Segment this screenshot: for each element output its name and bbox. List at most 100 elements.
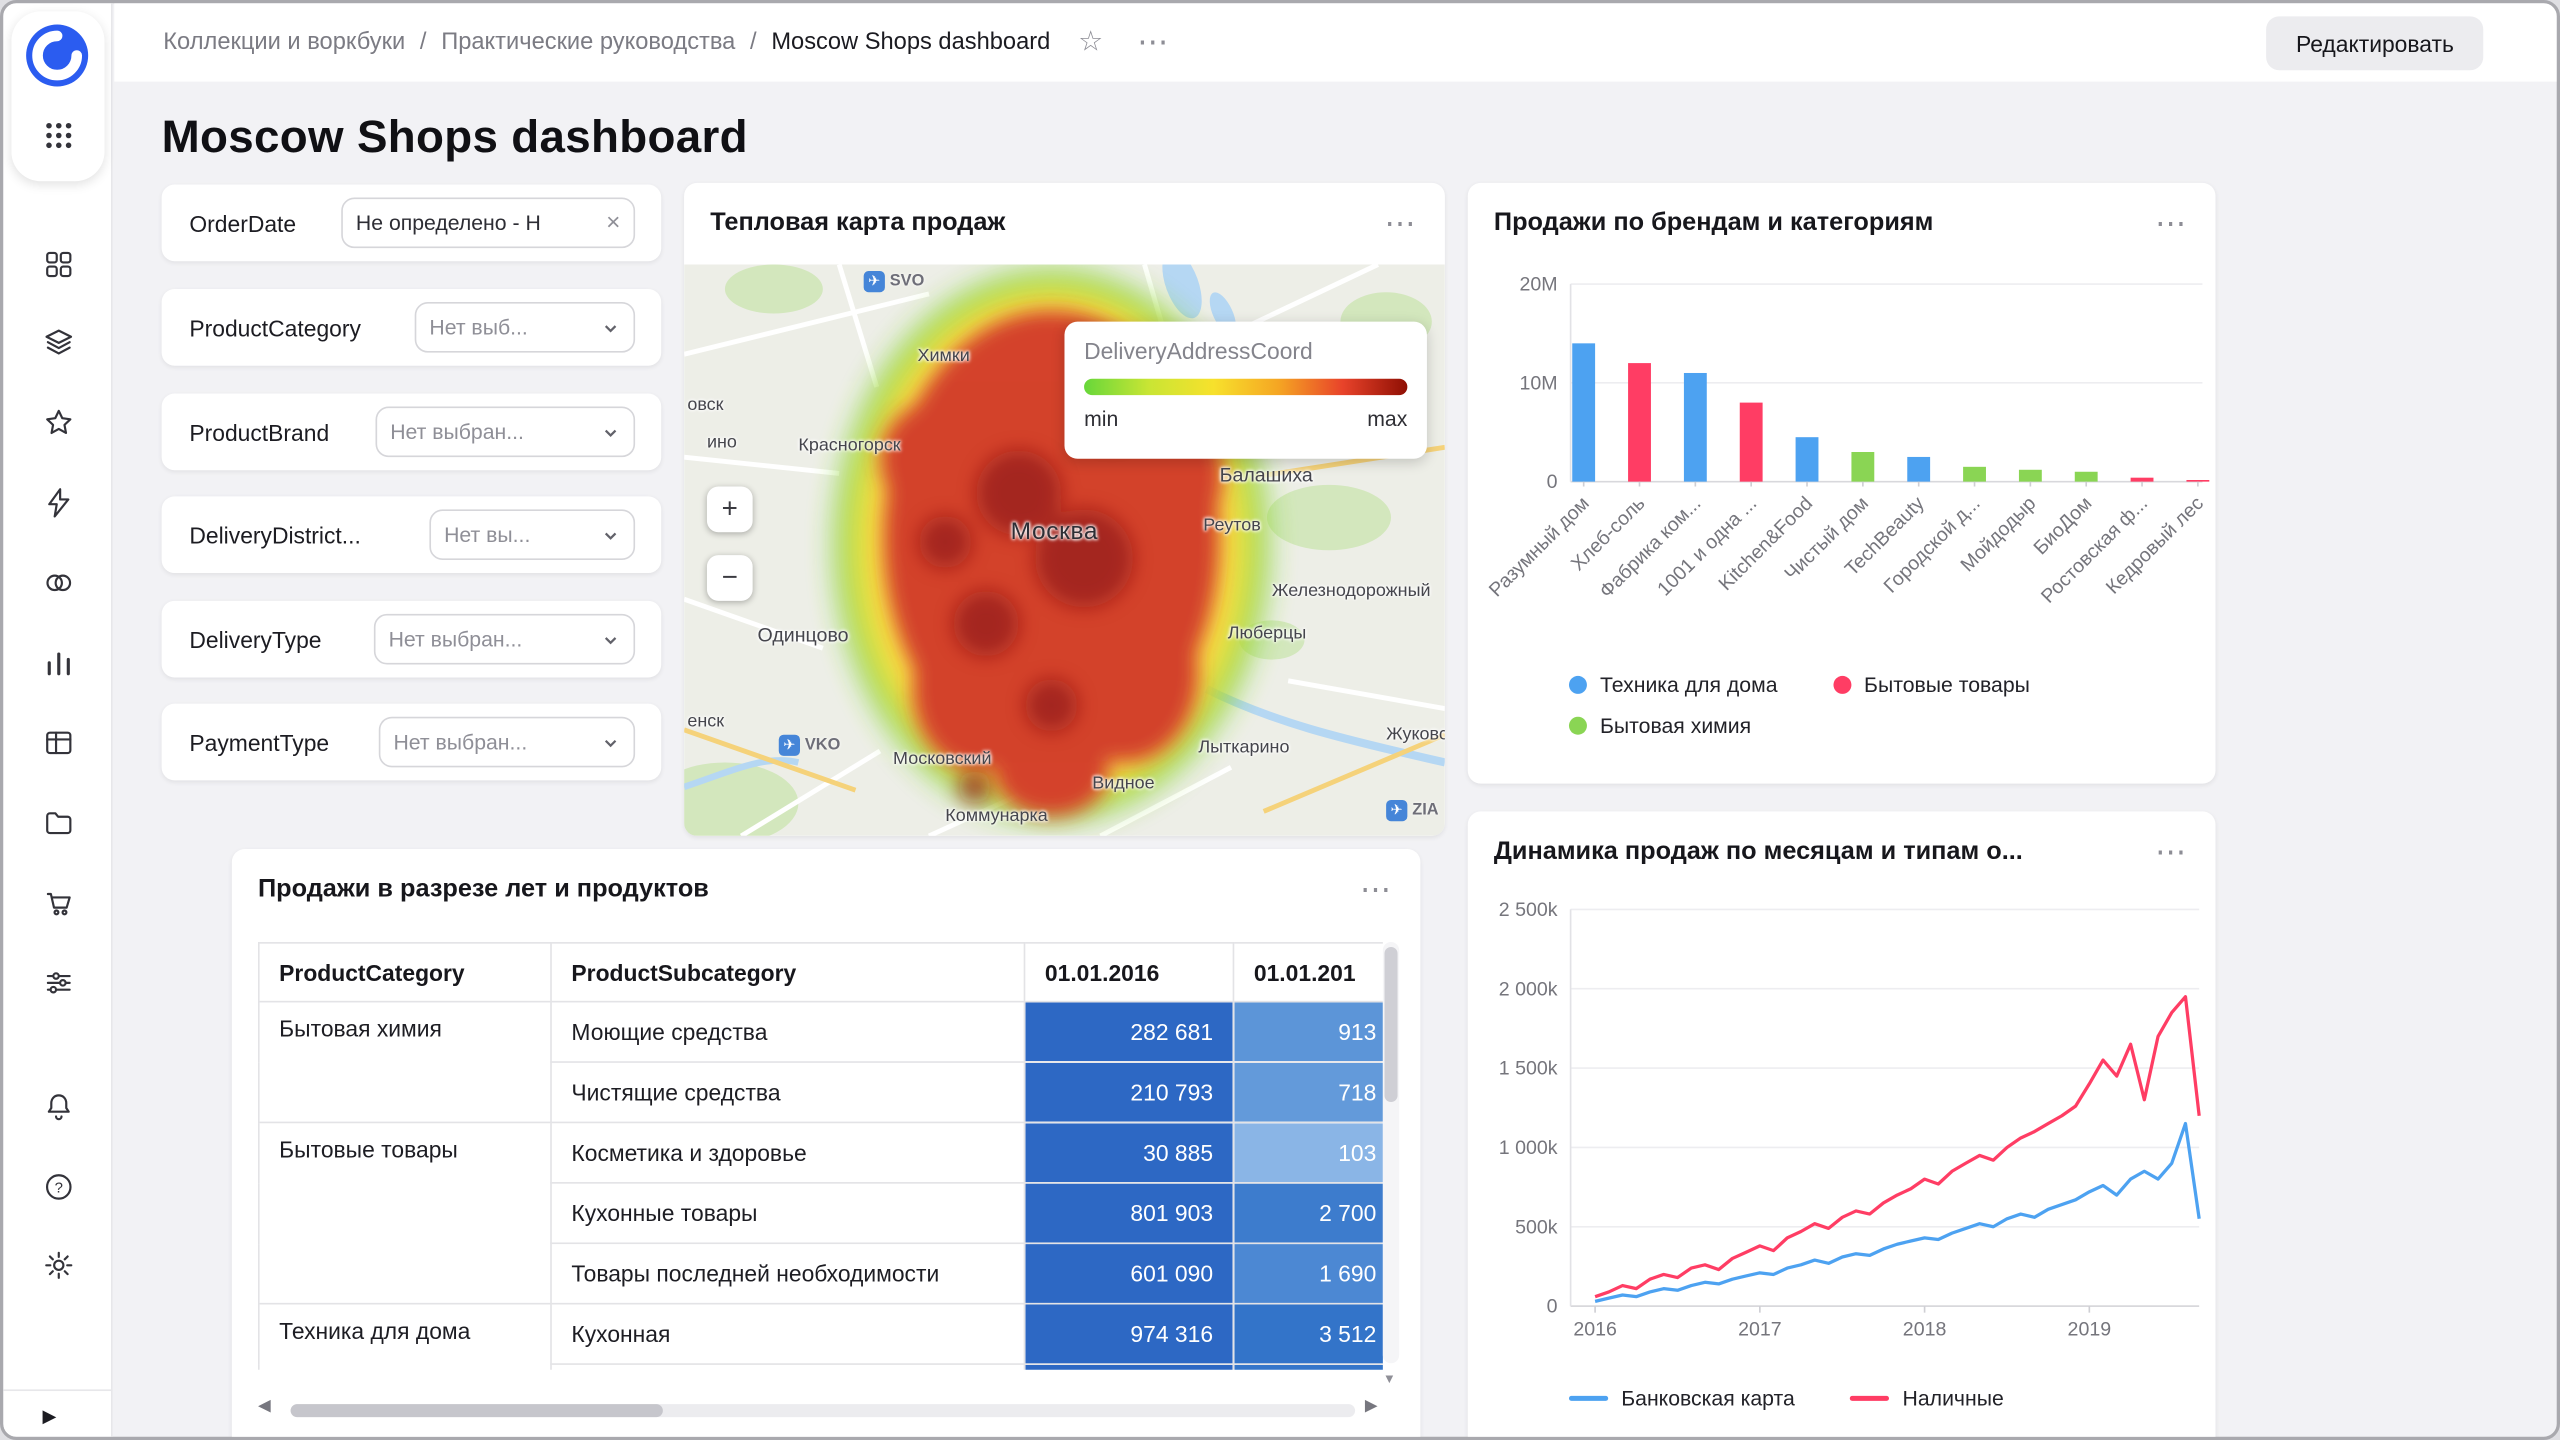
bar[interactable] <box>1907 457 1930 482</box>
clear-icon[interactable]: × <box>606 209 620 237</box>
bar[interactable] <box>2075 472 2098 482</box>
bar[interactable] <box>1796 437 1819 481</box>
subcategory-cell[interactable]: Кухонные товары <box>551 1183 1024 1243</box>
datalens-logo-icon[interactable] <box>24 23 89 88</box>
subcategory-cell[interactable]: Техника для красоты и здоровья <box>551 1364 1024 1370</box>
column-header[interactable]: ProductSubcategory <box>551 943 1024 1002</box>
zoom-out-button[interactable]: − <box>707 555 753 601</box>
map-city-label: Лыткарино <box>1198 738 1289 758</box>
deliverydistrict-select[interactable]: Нет вы... <box>429 509 635 560</box>
value-2017-cell[interactable]: 913 <box>1233 1002 1382 1062</box>
subcategory-cell[interactable]: Товары последней необходимости <box>551 1243 1024 1303</box>
apps-grid-icon[interactable] <box>42 119 75 152</box>
nav-workbooks-icon[interactable] <box>42 327 75 360</box>
widget-menu-icon[interactable]: ⋯ <box>1384 208 1418 239</box>
scroll-left-arrow[interactable]: ◀ <box>258 1398 271 1416</box>
airport-marker-ZIA: ✈ZIA <box>1386 800 1438 821</box>
chevron-down-icon <box>601 525 621 545</box>
breadcrumb-collections[interactable]: Коллекции и воркбуки <box>163 29 405 55</box>
bar[interactable] <box>1740 403 1763 482</box>
nav-marketplace-icon[interactable] <box>42 887 75 920</box>
subcategory-cell[interactable]: Косметика и здоровье <box>551 1122 1024 1182</box>
zoom-in-button[interactable]: + <box>707 487 753 533</box>
column-header[interactable]: ProductCategory <box>259 943 551 1002</box>
map-city-label: Москва <box>1011 518 1099 546</box>
value-2016-cell[interactable]: 282 681 <box>1024 1002 1233 1062</box>
column-header[interactable]: 01.01.201 <box>1233 943 1382 1002</box>
nav-relations-icon[interactable] <box>42 567 75 600</box>
scroll-right-arrow[interactable]: ▶ <box>1365 1398 1378 1416</box>
sidebar-expand-button[interactable]: ▶ <box>42 1406 56 1427</box>
table-viewport: ProductCategoryProductSubcategory01.01.2… <box>258 942 1383 1370</box>
widget-menu-icon[interactable]: ⋯ <box>1360 874 1394 905</box>
paymenttype-select[interactable]: Нет выбран... <box>379 717 635 768</box>
value-2017-cell[interactable]: 1 690 <box>1233 1243 1382 1303</box>
bar[interactable] <box>1851 452 1874 482</box>
bar[interactable] <box>1684 373 1707 482</box>
filter-value: Нет выбран... <box>390 420 592 444</box>
nav-charts-icon[interactable] <box>42 647 75 680</box>
scrollbar-thumb[interactable] <box>1384 947 1397 1102</box>
bar[interactable] <box>2186 480 2209 482</box>
value-2017-cell[interactable]: 3 512 <box>1233 1304 1382 1364</box>
legend-item[interactable]: Наличные <box>1850 1386 2003 1410</box>
widget-menu-icon[interactable]: ⋯ <box>2155 837 2189 868</box>
bar[interactable] <box>1628 363 1651 482</box>
nav-storage-icon[interactable] <box>42 807 75 840</box>
value-2016-cell[interactable]: 601 090 <box>1024 1243 1233 1303</box>
widget-title: Продажи в разрезе лет и продуктов <box>258 875 709 904</box>
filter-value: Нет вы... <box>444 522 593 546</box>
value-2016-cell[interactable]: 210 793 <box>1024 1062 1233 1122</box>
more-menu-icon[interactable]: ⋯ <box>1137 24 1171 62</box>
filter-label: OrderDate <box>189 210 296 236</box>
value-2017-cell[interactable]: 103 <box>1233 1122 1382 1182</box>
breadcrumb-guides[interactable]: Практические руководства <box>441 29 735 55</box>
value-2017-cell[interactable]: 718 <box>1233 1062 1382 1122</box>
help-icon[interactable]: ? <box>42 1171 75 1204</box>
subcategory-cell[interactable]: Чистящие средства <box>551 1062 1024 1122</box>
nav-favorites-icon[interactable] <box>42 407 75 440</box>
column-header[interactable]: 01.01.2016 <box>1024 943 1233 1002</box>
category-cell[interactable]: Техника для дома <box>259 1304 551 1370</box>
favorite-star-icon[interactable]: ☆ <box>1078 26 1103 59</box>
widget-title: Тепловая карта продаж <box>710 209 1005 238</box>
nav-settings-sliders-icon[interactable] <box>42 967 75 1000</box>
notifications-bell-icon[interactable] <box>42 1091 75 1124</box>
filter-value: Нет выб... <box>429 315 592 339</box>
legend-item[interactable]: Бытовая химия <box>1569 713 1751 737</box>
value-2017-cell[interactable]: 2 700 <box>1233 1183 1382 1243</box>
nav-operations-icon[interactable] <box>42 487 75 520</box>
legend-item[interactable]: Банковская карта <box>1569 1386 1795 1410</box>
svg-text:2017: 2017 <box>1738 1319 1782 1341</box>
bar[interactable] <box>1572 343 1595 481</box>
subcategory-cell[interactable]: Кухонная <box>551 1304 1024 1364</box>
value-2016-cell[interactable]: 801 903 <box>1024 1183 1233 1243</box>
value-2016-cell[interactable]: 30 885 <box>1024 1122 1233 1182</box>
scroll-down-arrow[interactable]: ▼ <box>1383 1371 1396 1386</box>
productcategory-select[interactable]: Нет выб... <box>415 302 635 353</box>
gear-icon[interactable] <box>42 1249 75 1282</box>
heatmap-canvas[interactable]: ХимкиовскКрасногорскиноМоскваБалашихаРеу… <box>684 264 1445 835</box>
productbrand-select[interactable]: Нет выбран... <box>376 407 636 458</box>
bar[interactable] <box>2131 478 2154 482</box>
bar[interactable] <box>1963 467 1986 482</box>
value-2016-cell[interactable]: 974 316 <box>1024 1304 1233 1364</box>
category-cell[interactable]: Бытовые товары <box>259 1122 551 1303</box>
nav-tables-icon[interactable] <box>42 727 75 760</box>
widget-menu-icon[interactable]: ⋯ <box>2155 208 2189 239</box>
legend-label: Банковская карта <box>1621 1386 1795 1410</box>
table-vertical-scrollbar[interactable] <box>1383 942 1399 1363</box>
scrollbar-thumb[interactable] <box>291 1404 663 1417</box>
category-cell[interactable]: Бытовая химия <box>259 1002 551 1123</box>
line-chart-legend: Банковская карта Наличные <box>1569 1386 2059 1427</box>
value-2016-cell[interactable]: 1 317 640 <box>1024 1364 1233 1370</box>
orderdate-input[interactable]: Не определено - Н × <box>341 198 635 249</box>
legend-item[interactable]: Бытовые товары <box>1833 673 2030 697</box>
value-2017-cell[interactable]: 3 406 <box>1233 1364 1382 1370</box>
legend-item[interactable]: Техника для дома <box>1569 673 1778 697</box>
bar[interactable] <box>2019 470 2042 482</box>
nav-collections-icon[interactable] <box>42 248 75 281</box>
deliverytype-select[interactable]: Нет выбран... <box>374 614 635 665</box>
edit-button[interactable]: Редактировать <box>2267 16 2484 70</box>
subcategory-cell[interactable]: Моющие средства <box>551 1002 1024 1062</box>
